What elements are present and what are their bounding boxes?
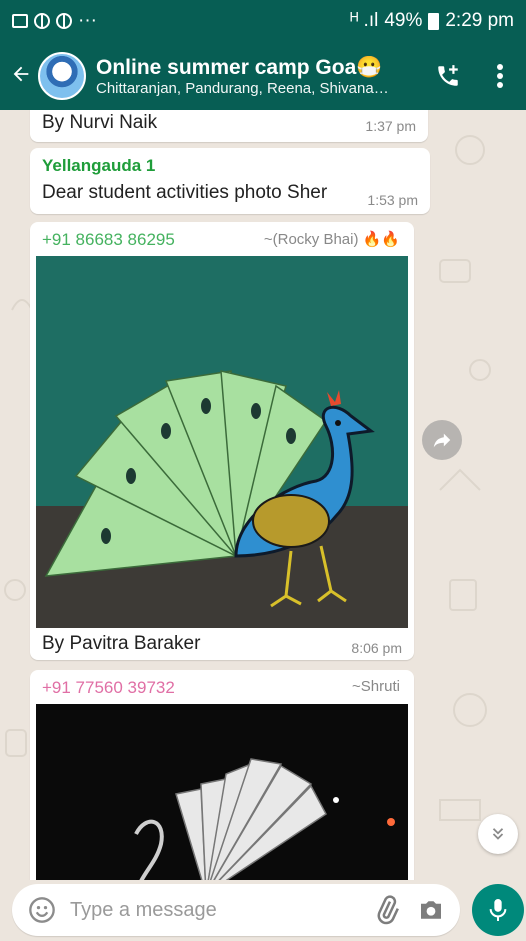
composer: Type a message bbox=[0, 880, 526, 941]
more-options-button[interactable] bbox=[474, 42, 526, 110]
back-arrow-icon[interactable] bbox=[4, 61, 38, 92]
message-input[interactable]: Type a message bbox=[12, 884, 460, 936]
battery-percent: 49% bbox=[384, 10, 423, 31]
image-caption: By Pavitra Baraker bbox=[42, 633, 201, 654]
message-text: By Nurvi Naik bbox=[42, 112, 158, 133]
scroll-to-bottom-button[interactable] bbox=[478, 814, 518, 854]
forward-icon bbox=[433, 433, 451, 448]
voice-message-button[interactable] bbox=[472, 884, 524, 936]
more-vert-icon bbox=[497, 64, 503, 88]
signal-icon: ᴴ .ıl bbox=[350, 10, 379, 31]
clock: 2:29 pm bbox=[445, 10, 514, 31]
group-title: Online summer camp Goa😷 bbox=[96, 55, 383, 79]
image-message-bubble[interactable]: +91 86683 86295 ~(Rocky Bhai) 🔥🔥 By Pavi… bbox=[30, 222, 414, 660]
add-call-icon bbox=[438, 65, 458, 86]
attach-icon[interactable] bbox=[372, 895, 402, 925]
gallery-notification-icon bbox=[12, 14, 28, 28]
sender-handle: ~Shruti bbox=[352, 678, 400, 695]
double-chevron-down-icon bbox=[492, 828, 504, 840]
overflow-notification-icon: ··· bbox=[78, 10, 97, 31]
message-bubble[interactable]: By Nurvi Naik 1:37 pm bbox=[30, 110, 428, 142]
mic-icon bbox=[489, 899, 507, 921]
message-text: Dear student activities photo Sher bbox=[42, 182, 328, 203]
sender-handle: ~(Rocky Bhai) 🔥🔥 bbox=[263, 231, 400, 248]
message-time: 1:53 pm bbox=[367, 192, 418, 208]
chat-title-block[interactable]: Online summer camp Goa😷 Chittaranjan, Pa… bbox=[96, 56, 422, 97]
paper-fan-photo[interactable] bbox=[36, 704, 408, 880]
battery-icon bbox=[428, 12, 440, 30]
camera-icon[interactable] bbox=[416, 895, 446, 925]
forward-button[interactable] bbox=[422, 420, 462, 460]
status-bar: ··· ᴴ .ıl 49% 2:29 pm bbox=[0, 0, 526, 42]
status-right: ᴴ .ıl 49% 2:29 pm bbox=[350, 10, 514, 32]
chat-area[interactable]: By Nurvi Naik 1:37 pm Yellangauda 1 Dear… bbox=[0, 110, 526, 880]
message-time: 1:37 pm bbox=[365, 118, 416, 134]
globe-notification-icon-2 bbox=[56, 13, 72, 29]
group-avatar[interactable] bbox=[38, 52, 86, 100]
message-time: 8:06 pm bbox=[351, 640, 402, 656]
sender-phone[interactable]: +91 86683 86295 bbox=[42, 230, 175, 250]
status-left-icons: ··· bbox=[12, 10, 97, 32]
group-members: Chittaranjan, Pandurang, Reena, Shivanan… bbox=[96, 79, 392, 97]
chat-header: Online summer camp Goa😷 Chittaranjan, Pa… bbox=[0, 42, 526, 110]
sender-name[interactable]: Yellangauda 1 bbox=[42, 156, 155, 176]
emoji-icon[interactable] bbox=[28, 896, 56, 924]
peacock-craft-photo[interactable] bbox=[36, 256, 408, 628]
message-bubble[interactable]: Yellangauda 1 Dear student activities ph… bbox=[30, 148, 430, 214]
image-message-bubble[interactable]: +91 77560 39732 ~Shruti bbox=[30, 670, 414, 880]
message-placeholder: Type a message bbox=[70, 898, 217, 921]
add-call-button[interactable] bbox=[422, 42, 474, 110]
globe-notification-icon bbox=[34, 13, 50, 29]
sender-phone[interactable]: +91 77560 39732 bbox=[42, 678, 175, 698]
